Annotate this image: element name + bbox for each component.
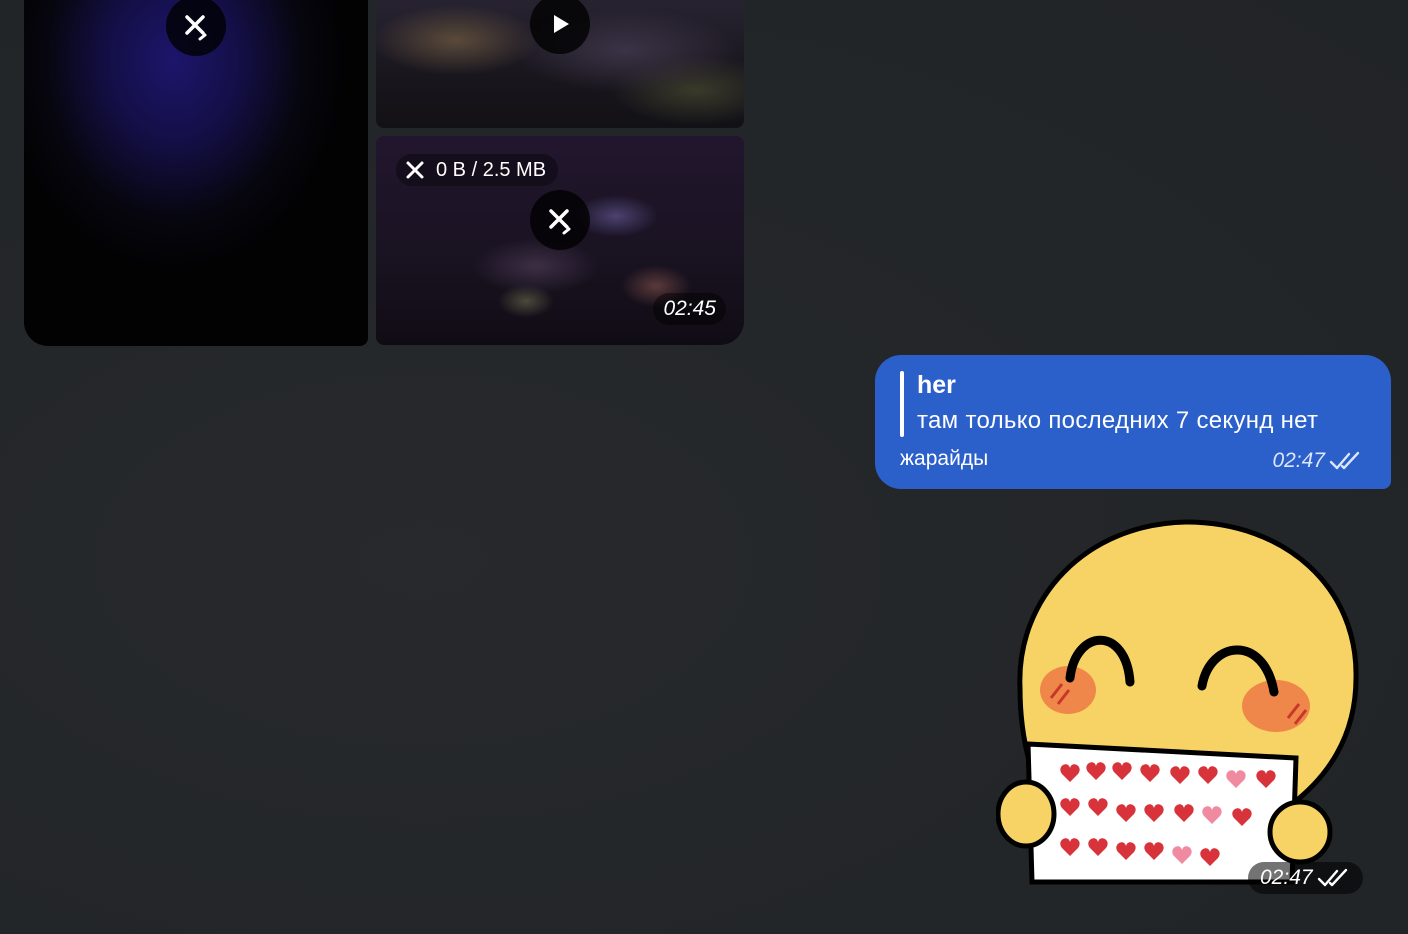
sticker-meta: 02:47 [1248, 862, 1363, 894]
blushing-emoji-sticker [995, 519, 1359, 885]
message-time: 02:45 [653, 293, 726, 325]
message-time: 02:47 [1272, 449, 1325, 472]
download-progress-pill[interactable]: 0 B / 2.5 MB [396, 154, 559, 186]
reply-text: там только последних 7 секунд нет [917, 407, 1319, 434]
close-icon [406, 161, 424, 179]
reply-quote[interactable]: her там только последних 7 секунд нет [900, 371, 1370, 437]
message-time: 02:47 [1260, 866, 1313, 889]
sticker-message[interactable] [995, 518, 1366, 890]
reply-author: her [917, 371, 956, 399]
cancel-download-button[interactable] [166, 0, 226, 56]
double-check-icon [1329, 451, 1360, 470]
outgoing-message-bubble[interactable]: her там только последних 7 секунд нет жа… [875, 355, 1391, 489]
reply-bar [900, 371, 904, 437]
message-text: жарайды [900, 447, 989, 470]
play-icon [554, 15, 569, 33]
album-video-bottom[interactable]: 0 B / 2.5 MB 02:45 [376, 136, 744, 345]
chat-history: 0 B / 2.5 MB 02:45 her там только послед… [0, 0, 1408, 934]
double-check-icon [1317, 868, 1347, 887]
media-album: 0 B / 2.5 MB 02:45 [24, 0, 744, 346]
close-icon [185, 15, 207, 41]
play-button[interactable] [530, 0, 590, 54]
message-meta: 02:47 [1272, 449, 1363, 473]
download-progress-text: 0 B / 2.5 MB [436, 158, 547, 181]
album-photo-left[interactable] [24, 0, 368, 346]
cancel-download-button[interactable] [530, 190, 590, 250]
album-video-top[interactable] [376, 0, 744, 128]
close-icon [549, 209, 571, 235]
